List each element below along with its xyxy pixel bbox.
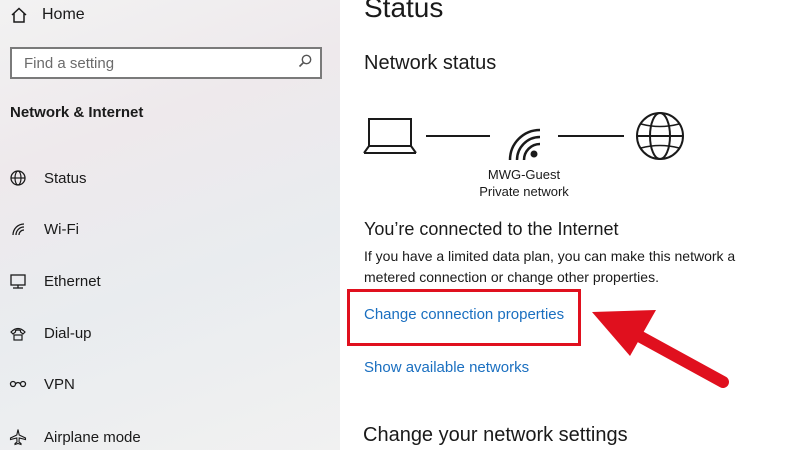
search-icon[interactable] [298,54,312,73]
home-nav-item[interactable]: Home [10,2,85,28]
globe-icon [636,112,684,160]
home-label: Home [42,6,85,23]
main-panel: Status Network status MWG-Guest Private … [340,0,800,450]
network-info: MWG-Guest Private network [460,166,588,200]
network-diagram [363,112,684,161]
sidebar-item-label: Airplane mode [44,428,141,446]
page-title: Status [364,0,444,23]
network-status-heading: Network status [364,52,497,74]
connected-description: If you have a limited data plan, you can… [364,248,736,285]
sidebar-item-status[interactable]: Status [8,165,87,191]
vpn-icon [8,374,28,394]
sidebar-item-vpn[interactable]: VPN [8,371,75,397]
search-input[interactable] [24,54,284,72]
sidebar-item-dialup[interactable]: Dial-up [8,320,92,346]
network-type: Private network [479,184,569,199]
home-icon [10,6,28,24]
connected-heading: You’re connected to the Internet [364,219,619,239]
show-available-networks-link[interactable]: Show available networks [364,359,529,376]
wifi-signal-icon [508,128,541,161]
sidebar-item-label: Dial-up [44,324,92,342]
sidebar-item-airplane-mode[interactable]: Airplane mode [8,424,141,450]
change-network-settings-heading: Change your network settings [363,424,628,446]
section-title: Network & Internet [10,104,144,121]
wifi-icon [8,219,28,239]
airplane-icon [8,427,28,447]
laptop-icon [363,118,417,154]
sidebar-item-ethernet[interactable]: Ethernet [8,268,101,294]
phone-icon [8,323,28,343]
sidebar: Home Network & Internet Status Wi-Fi Eth… [0,0,340,450]
network-name: MWG-Guest [487,167,561,182]
globe-icon [8,168,28,188]
sidebar-item-label: Ethernet [44,272,101,290]
ethernet-icon [8,271,28,291]
sidebar-item-label: VPN [44,375,75,393]
search-box[interactable] [10,47,322,79]
highlight-box [347,289,581,346]
sidebar-item-label: Status [44,169,87,187]
sidebar-item-wifi[interactable]: Wi-Fi [8,216,79,242]
red-arrow-icon [592,310,729,388]
sidebar-item-label: Wi-Fi [44,220,79,238]
